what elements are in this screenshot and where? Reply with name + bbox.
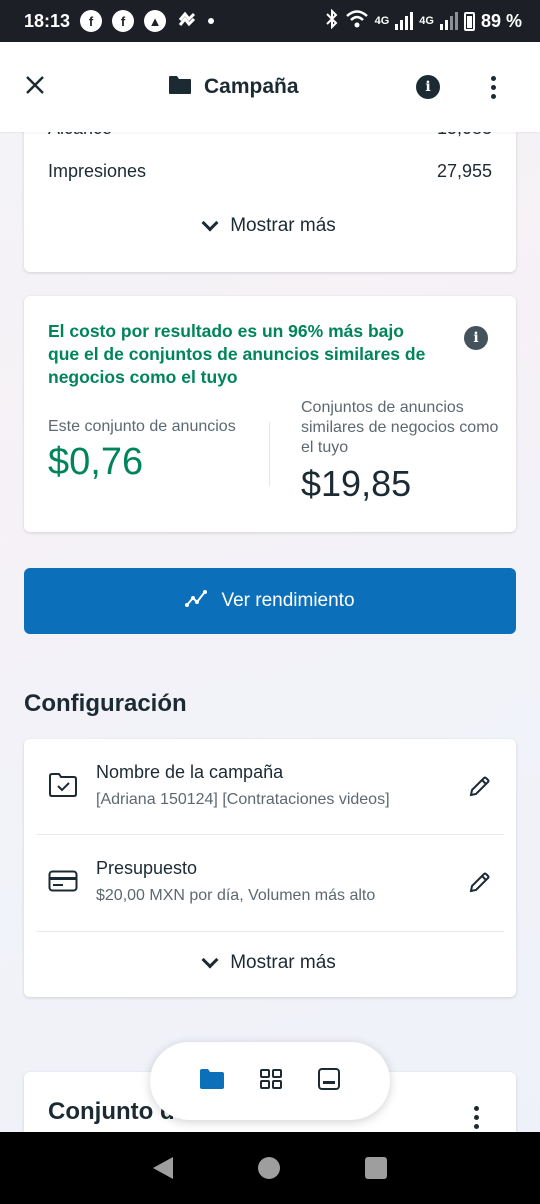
battery-icon [463, 11, 475, 31]
system-navigation-bar [0, 1132, 540, 1204]
wifi-icon [345, 9, 369, 34]
campaign-name-row[interactable]: Nombre de la campaña [Adriana 150124] [C… [24, 739, 516, 835]
back-icon[interactable] [152, 1157, 173, 1179]
info-icon[interactable]: i [464, 326, 488, 350]
this-adset-label: Este conjunto de anuncios [48, 418, 236, 435]
header-title-group: Campaña [168, 75, 299, 100]
more-options-icon[interactable] [491, 76, 496, 99]
benchmark-headline: El costo por resultado es un 96% más baj… [48, 321, 426, 387]
more-notifications-icon [208, 18, 215, 24]
page-title: Campaña [204, 75, 299, 98]
budget-value: $20,00 MXN por día, Volumen más alto [96, 887, 376, 904]
facebook-icon: f [112, 10, 135, 32]
bluetooth-icon [325, 8, 339, 34]
network-type-label: 4G [419, 15, 434, 27]
notification-bell-icon: ▲ [144, 10, 167, 32]
campaign-folder-icon[interactable] [199, 1068, 225, 1095]
show-more-label: Mostrar más [230, 215, 336, 236]
facebook-icon: f [80, 10, 103, 32]
show-more-label: Mostrar más [230, 952, 336, 973]
folder-icon [168, 75, 192, 100]
app-notification-icon [176, 8, 198, 35]
campaign-name-value: [Adriana 150124] [Contrataciones videos] [96, 791, 390, 808]
configuration-heading: Configuración [24, 690, 187, 717]
metric-label: Impresiones [48, 161, 147, 181]
close-icon[interactable] [24, 72, 64, 102]
divider [36, 931, 504, 932]
metric-value: 27,955 [436, 161, 492, 181]
status-bar: 18:13 f f ▲ 4G 4G 89 % [0, 0, 540, 42]
signal-strength-icon [439, 12, 458, 30]
more-options-icon[interactable] [474, 1106, 479, 1129]
credit-card-icon [48, 870, 78, 897]
similar-adsets-label: Conjuntos de anuncios similares de negoc… [301, 399, 499, 456]
metric-row-impressions: Impresiones 27,955 [48, 161, 492, 182]
signal-strength-icon [395, 12, 414, 30]
edit-pencil-icon[interactable] [468, 774, 492, 803]
folder-check-icon [48, 772, 78, 803]
this-adset-cost: $0,76 [48, 441, 144, 483]
trend-line-icon [185, 588, 209, 614]
home-icon[interactable] [257, 1157, 280, 1179]
chevron-down-icon [201, 214, 219, 232]
view-performance-button[interactable]: Ver rendimiento [24, 568, 516, 634]
app-header: Campaña i [0, 42, 540, 132]
recent-apps-icon[interactable] [365, 1157, 388, 1179]
chevron-down-icon [201, 951, 219, 969]
budget-row[interactable]: Presupuesto $20,00 MXN por día, Volumen … [24, 835, 516, 931]
info-icon[interactable]: i [416, 75, 440, 99]
similar-adsets-cost: $19,85 [301, 463, 412, 504]
configuration-card: Nombre de la campaña [Adriana 150124] [C… [24, 739, 516, 997]
show-more-button[interactable]: Mostrar más [24, 214, 516, 237]
ad-preview-icon[interactable] [317, 1067, 341, 1096]
battery-level: 89 % [480, 10, 522, 31]
show-more-button[interactable]: Mostrar más [24, 951, 516, 974]
budget-title: Presupuesto [96, 858, 198, 878]
cost-benchmark-card: El costo por resultado es un 96% más baj… [24, 296, 516, 532]
floating-nav [150, 1042, 390, 1120]
network-type-label: 4G [374, 15, 390, 27]
divider [269, 422, 270, 486]
ad-set-grid-icon[interactable] [259, 1067, 283, 1096]
status-time: 18:13 [24, 10, 71, 31]
campaign-name-title: Nombre de la campaña [96, 762, 284, 782]
edit-pencil-icon[interactable] [468, 870, 492, 899]
view-performance-label: Ver rendimiento [221, 590, 355, 611]
